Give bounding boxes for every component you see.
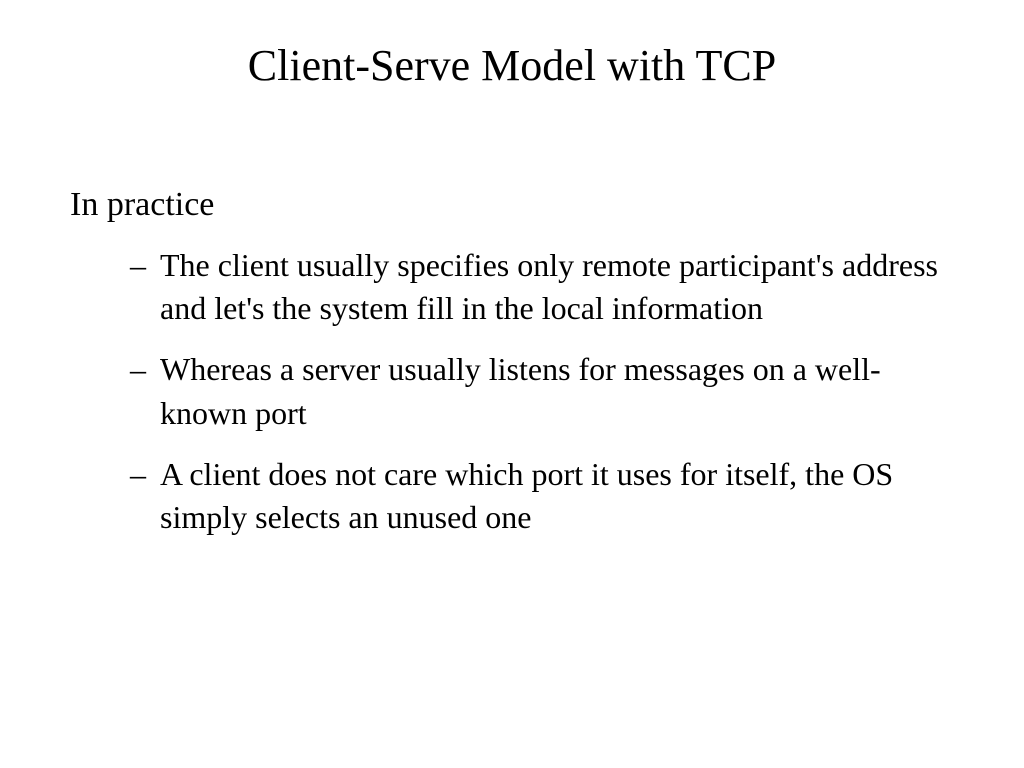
list-item: The client usually specifies only remote…	[130, 244, 954, 330]
bullet-list: The client usually specifies only remote…	[70, 244, 954, 539]
slide-title: Client-Serve Model with TCP	[130, 40, 894, 91]
slide-intro: In practice	[70, 186, 954, 224]
list-item: A client does not care which port it use…	[130, 453, 954, 539]
list-item: Whereas a server usually listens for mes…	[130, 348, 954, 434]
